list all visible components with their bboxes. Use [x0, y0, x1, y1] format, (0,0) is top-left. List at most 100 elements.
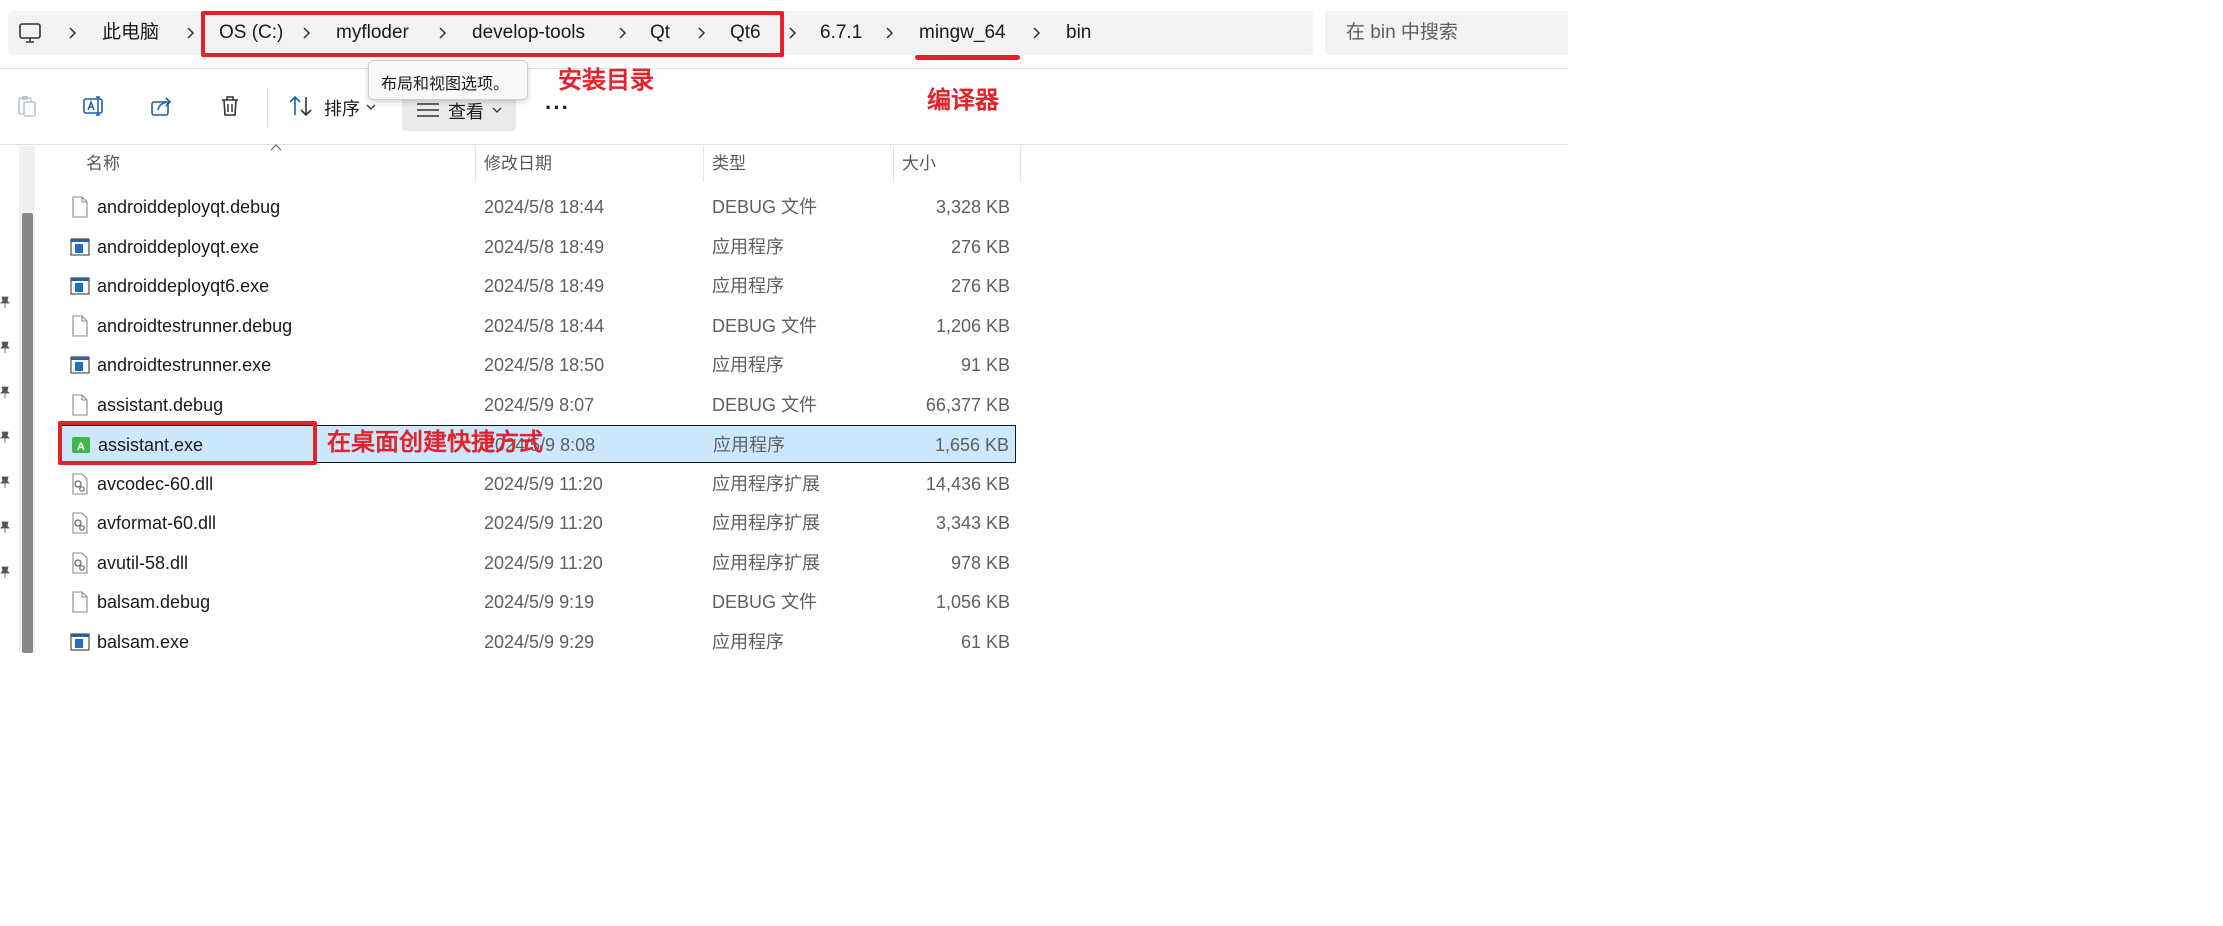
file-size: 1,056 KB — [935, 592, 1010, 612]
sort-ascending-indicator — [270, 144, 282, 151]
chevron-right-icon[interactable] — [65, 26, 79, 40]
file-name: avformat-60.dll — [97, 513, 217, 533]
pin-icon[interactable] — [0, 296, 10, 308]
paste-icon[interactable] — [14, 93, 40, 119]
column-header-size[interactable]: 大小 — [902, 146, 936, 182]
chevron-right-icon[interactable] — [1029, 26, 1043, 40]
file-size: 14,436 KB — [925, 473, 1010, 494]
file-name: assistant.debug — [97, 394, 224, 415]
dll-icon — [70, 551, 90, 574]
file-row[interactable]: androidtestrunner.exe 2024/5/8 18:50 应用程序 9… — [60, 346, 1016, 384]
file-size: 1,206 KB — [935, 315, 1010, 336]
install-dir-annotation: 安装目录 — [558, 67, 654, 94]
tooltip: 布局和视图选项。 — [368, 60, 528, 100]
file-type: 应用程序 — [712, 236, 784, 257]
nav-scrollbar-thumb[interactable] — [22, 213, 33, 653]
file-type: 应用程序 — [713, 435, 785, 455]
column-header-type[interactable]: 类型 — [712, 146, 746, 182]
pin-icon[interactable] — [0, 386, 10, 398]
pin-icon[interactable] — [0, 431, 10, 443]
chevron-right-icon[interactable] — [183, 26, 197, 40]
compiler-underline — [915, 55, 1020, 60]
column-divider[interactable] — [475, 146, 476, 182]
file-size: 91 KB — [960, 355, 1010, 375]
column-divider[interactable] — [893, 146, 894, 182]
file-modified-date: 2024/5/8 18:49 — [484, 236, 605, 257]
search-placeholder[interactable]: 在 bin 中搜索 — [1346, 11, 1458, 55]
column-divider[interactable] — [703, 146, 704, 182]
file-name: androiddeployqt6.exe — [97, 276, 270, 296]
file-modified-date: 2024/5/8 18:50 — [484, 355, 605, 375]
file-modified-date: 2024/5/8 18:44 — [484, 315, 605, 336]
file-row[interactable]: androiddeployqt.exe 2024/5/8 18:49 应用程序 276… — [60, 228, 1016, 266]
file-type: 应用程序扩展 — [712, 552, 820, 573]
more-options-button[interactable]: ··· — [545, 95, 570, 121]
view-label: 查看 — [448, 102, 484, 122]
file-modified-date: 2024/5/8 18:44 — [484, 197, 605, 217]
file-modified-date: 2024/5/9 11:20 — [484, 473, 603, 494]
shortcut-highlight — [58, 421, 317, 465]
file-size: 3,343 KB — [935, 513, 1010, 533]
file-size: 3,328 KB — [935, 197, 1010, 217]
column-divider[interactable] — [1020, 146, 1021, 182]
file-row[interactable]: androidtestrunner.debug 2024/5/8 18:44 DEB… — [60, 307, 1016, 345]
pin-icon[interactable] — [0, 566, 10, 578]
command-bar: 排序 查看 ··· — [0, 68, 1568, 145]
file-row[interactable]: avutil-58.dll 2024/5/9 11:20 应用程序扩展 978 KB — [60, 544, 1016, 582]
dll-icon — [70, 512, 90, 534]
file-name: androidtestrunner.debug — [97, 315, 293, 336]
file-name: androiddeployqt.debug — [97, 197, 281, 217]
pin-icon[interactable] — [0, 521, 10, 533]
file-name: balsam.exe — [97, 631, 190, 652]
file-modified-date: 2024/5/9 9:29 — [484, 631, 595, 652]
column-header-date[interactable]: 修改日期 — [484, 146, 552, 182]
file-size: 276 KB — [950, 276, 1010, 296]
file-size: 978 KB — [950, 552, 1010, 573]
file-row[interactable]: avcodec-60.dll 2024/5/9 11:20 应用程序扩展 14,436… — [60, 465, 1016, 503]
exe-icon — [70, 631, 90, 653]
chevron-down-icon — [366, 104, 376, 110]
toolbar-divider — [267, 87, 268, 127]
file-type: 应用程序 — [712, 355, 784, 375]
file-type: 应用程序扩展 — [712, 473, 820, 494]
breadcrumb-bin[interactable]: bin — [1066, 11, 1091, 55]
file-row[interactable]: androiddeployqt.debug 2024/5/8 18:44 DEBUG… — [60, 188, 1016, 226]
file-type: 应用程序 — [712, 631, 784, 652]
file-size: 1,656 KB — [934, 435, 1009, 455]
breadcrumb-mingw-64[interactable]: mingw_64 — [919, 11, 1006, 55]
file-name: androidtestrunner.exe — [97, 355, 272, 375]
chevron-right-icon[interactable] — [785, 26, 799, 40]
this-pc-icon — [19, 23, 41, 43]
breadcrumb-this-pc[interactable]: 此电脑 — [102, 11, 159, 55]
rename-icon[interactable] — [81, 93, 107, 119]
pin-icon[interactable] — [0, 341, 10, 353]
column-header-name[interactable]: 名称 — [86, 146, 120, 182]
compiler-annotation: 编译器 — [927, 87, 999, 114]
file-row[interactable]: balsam.exe 2024/5/9 9:29 应用程序 61 KB — [60, 623, 1016, 661]
file-name: balsam.debug — [97, 592, 211, 612]
exe-icon — [70, 354, 90, 376]
file-modified-date: 2024/5/9 11:20 — [484, 552, 603, 573]
file-modified-date: 2024/5/8 18:49 — [484, 276, 605, 296]
dll-icon — [70, 472, 90, 495]
file-type: DEBUG 文件 — [712, 394, 818, 415]
file-type: 应用程序 — [712, 276, 784, 296]
file-row[interactable]: androiddeployqt6.exe 2024/5/8 18:49 应用程序 27… — [60, 267, 1016, 305]
file-row[interactable]: avformat-60.dll 2024/5/9 11:20 应用程序扩展 3,343… — [60, 504, 1016, 542]
file-icon — [70, 591, 90, 613]
tooltip-text: 布局和视图选项。 — [381, 76, 510, 93]
delete-icon[interactable] — [217, 93, 243, 119]
file-size: 276 KB — [950, 236, 1010, 257]
file-row[interactable]: balsam.debug 2024/5/9 9:19 DEBUG 文件 1,056 K… — [60, 583, 1016, 621]
pin-icon[interactable] — [0, 476, 10, 488]
file-icon — [70, 314, 90, 337]
chevron-right-icon[interactable] — [882, 26, 896, 40]
search-box[interactable]: 在 bin 中搜索 — [1325, 11, 1568, 55]
sort-icon — [289, 95, 312, 117]
file-row[interactable]: assistant.debug 2024/5/9 8:07 DEBUG 文件 66,3… — [60, 386, 1016, 424]
sort-label: 排序 — [324, 99, 360, 119]
share-icon[interactable] — [149, 93, 175, 119]
file-name: avutil-58.dll — [97, 552, 189, 573]
breadcrumb-version[interactable]: 6.7.1 — [820, 11, 862, 55]
file-size: 66,377 KB — [925, 394, 1010, 415]
